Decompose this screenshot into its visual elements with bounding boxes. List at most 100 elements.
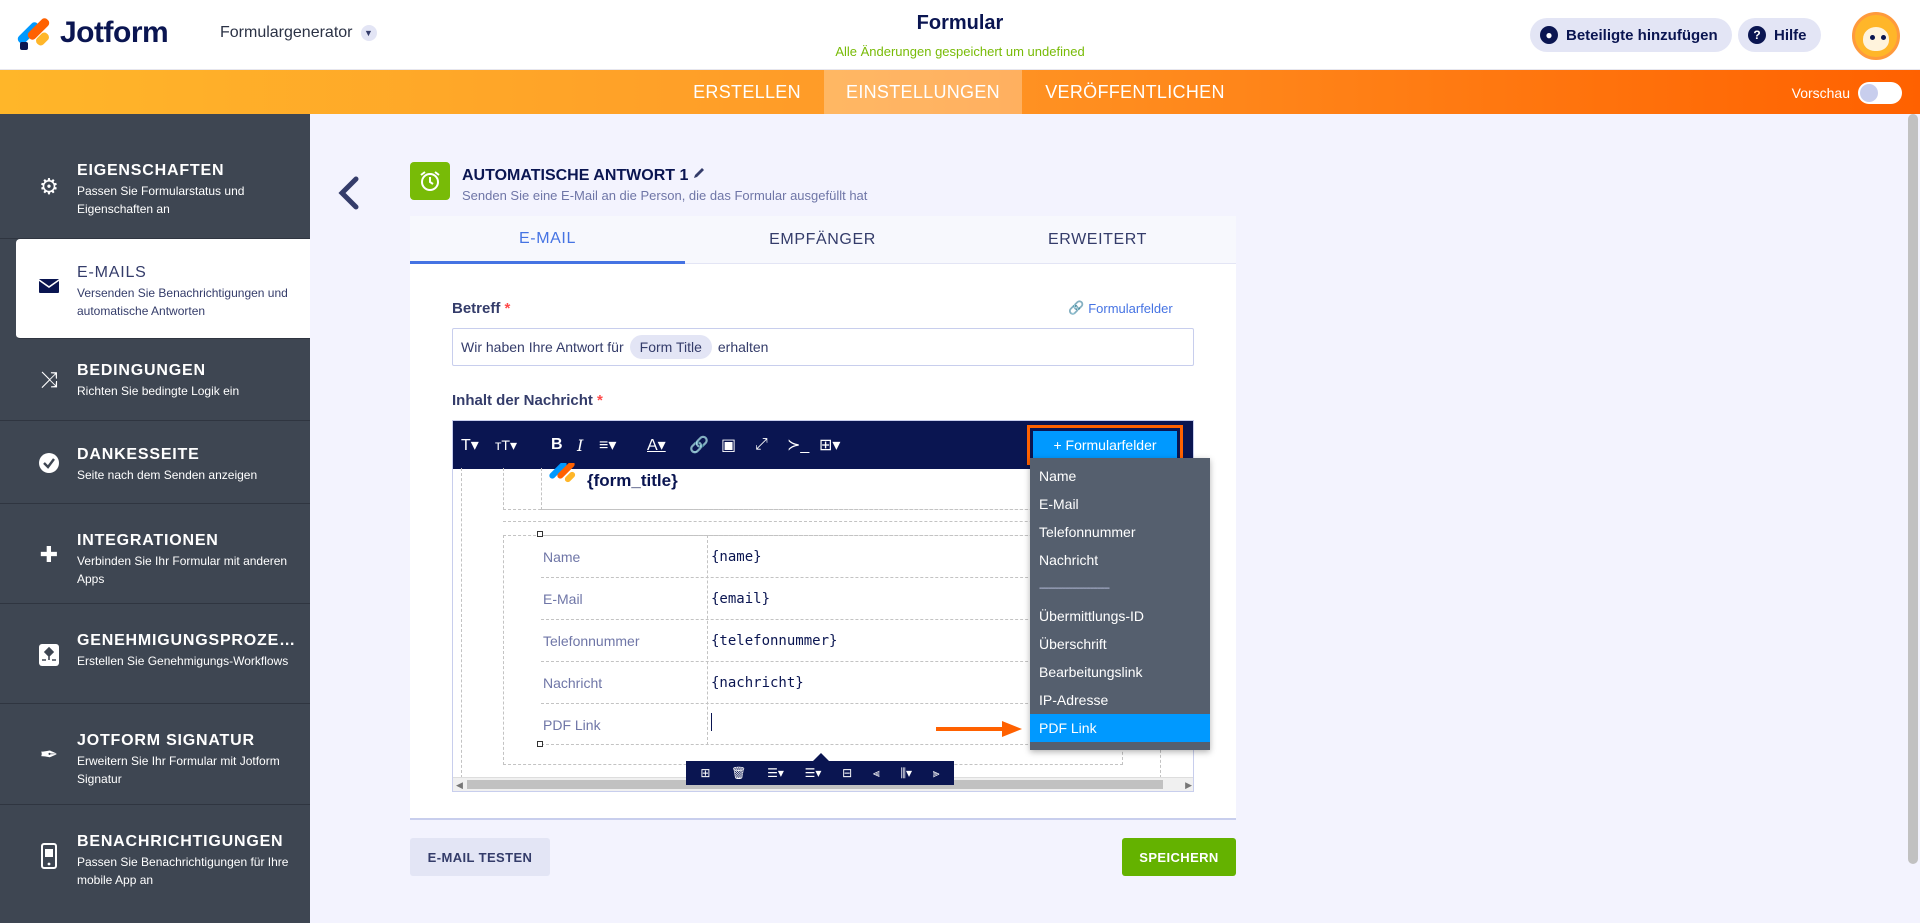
tab-einstellungen[interactable]: EINSTELLUNGEN	[824, 70, 1022, 114]
sidebar-item-desc: Versenden Sie Benachrichtigungen und aut…	[77, 286, 288, 318]
sidebar-item-dankesseite[interactable]: DANKESSEITE Seite nach dem Senden anzeig…	[0, 421, 310, 504]
dropdown-item-name[interactable]: Name	[1030, 462, 1210, 490]
dropdown-item-pdf-link[interactable]: PDF Link	[1030, 714, 1210, 742]
user-icon: ●	[1540, 26, 1558, 44]
help-button[interactable]: ? Hilfe	[1738, 18, 1821, 52]
dropdown-item-heading[interactable]: Überschrift	[1030, 630, 1210, 658]
envelope-icon	[36, 273, 62, 299]
sidebar-item-emails[interactable]: E-MAILS Versenden Sie Benachrichtigungen…	[16, 239, 310, 339]
table-row-value: {telefonnummer}	[711, 633, 838, 649]
preview-toggle-group: Vorschau	[1792, 82, 1902, 104]
italic-icon[interactable]: I	[577, 435, 583, 455]
text-color-icon[interactable]: A▾	[647, 435, 666, 455]
sidebar-item-desc: Erweitern Sie Ihr Formular mit Jotform S…	[77, 754, 280, 786]
tab-erstellen[interactable]: ERSTELLEN	[680, 70, 814, 114]
table-row-label: Nachricht	[543, 675, 603, 691]
link-icon[interactable]: 🔗	[689, 435, 709, 455]
tab-erweitert[interactable]: ERWEITERT	[960, 216, 1235, 264]
tab-empfaenger[interactable]: EMPFÄNGER	[685, 216, 960, 264]
source-code-icon[interactable]: ≻_	[787, 435, 809, 455]
email-subtitle: Senden Sie eine E-Mail an die Person, di…	[462, 188, 868, 203]
sidebar-item-eigenschaften[interactable]: ⚙ EIGENSCHAFTEN Passen Sie Formularstatu…	[0, 114, 310, 239]
sidebar-item-title: DANKESSEITE	[77, 446, 200, 463]
insert-col-after-icon[interactable]: ⫼▾	[900, 766, 912, 781]
subject-input[interactable]: Wir haben Ihre Antwort für Form Title er…	[452, 328, 1194, 366]
insert-row-after-icon[interactable]: ☰▾	[805, 766, 822, 780]
page-scrollbar-thumb[interactable]	[1908, 114, 1918, 864]
table-icon[interactable]: ⊞▾	[819, 435, 840, 455]
font-size-icon[interactable]: ᴛT▾	[495, 435, 517, 455]
scroll-left-icon[interactable]: ◀	[456, 778, 463, 791]
form-title-tag: {form_title}	[587, 471, 678, 490]
tab-email[interactable]: E-MAIL	[410, 216, 685, 264]
sidebar-item-title: BEDINGUNGEN	[77, 362, 206, 379]
image-icon[interactable]: ▣	[721, 435, 736, 455]
delete-table-icon[interactable]: 🗑	[731, 766, 746, 780]
dropdown-item-message[interactable]: Nachricht	[1030, 546, 1210, 574]
delete-col-icon[interactable]: ⫸	[933, 766, 940, 781]
sidebar-item-bedingungen[interactable]: ⤨ BEDINGUNGEN Richten Sie bedingte Logik…	[0, 339, 310, 421]
dropdown-item-submission-id[interactable]: Übermittlungs-ID	[1030, 602, 1210, 630]
required-mark: *	[504, 300, 511, 317]
back-chevron-icon[interactable]	[336, 176, 364, 212]
page-scrollbar[interactable]	[1906, 114, 1920, 923]
dropdown-item-phone[interactable]: Telefonnummer	[1030, 518, 1210, 546]
add-collaborators-button[interactable]: ● Beteiligte hinzufügen	[1530, 18, 1732, 52]
sidebar-item-title: JOTFORM SIGNATUR	[77, 732, 255, 749]
insert-col-before-icon[interactable]: ⫷	[873, 766, 880, 781]
dropdown-item-ip-address[interactable]: IP-Adresse	[1030, 686, 1210, 714]
subject-label-text: Betreff	[452, 300, 501, 317]
sidebar-item-jotform-signatur[interactable]: ✒ JOTFORM SIGNATUR Erweitern Sie Ihr For…	[0, 704, 310, 805]
preview-label: Vorschau	[1791, 85, 1850, 101]
resize-handle[interactable]	[537, 531, 543, 537]
form-title-chip[interactable]: Form Title	[629, 335, 712, 359]
delete-row-icon[interactable]: ⊟	[842, 766, 852, 780]
resize-handle[interactable]	[537, 741, 543, 747]
align-icon[interactable]: ≡▾	[599, 435, 616, 455]
pen-icon: ✒	[39, 742, 59, 767]
table-row-value: {email}	[711, 591, 771, 607]
form-fields-button[interactable]: + Formularfelder	[1033, 431, 1177, 459]
subject-prefix: Wir haben Ihre Antwort für	[461, 339, 624, 355]
font-family-icon[interactable]: T▾	[461, 435, 479, 455]
alarm-clock-icon	[410, 162, 450, 200]
form-fields-dropdown: Name E-Mail Telefonnummer Nachricht ----…	[1030, 458, 1210, 750]
sidebar-item-desc: Richten Sie bedingte Logik ein	[77, 384, 240, 398]
table-row-value: {name}	[711, 549, 762, 565]
pencil-icon[interactable]	[692, 166, 706, 185]
jotform-logo[interactable]: Jotform	[16, 16, 169, 50]
row-divider	[541, 619, 1083, 620]
dropdown-item-edit-link[interactable]: Bearbeitungslink	[1030, 658, 1210, 686]
avatar[interactable]	[1852, 12, 1900, 60]
annotation-arrow-icon	[936, 719, 1024, 739]
table-row-label: Name	[543, 549, 581, 565]
save-button[interactable]: SPEICHERN	[1122, 838, 1236, 876]
message-label-text: Inhalt der Nachricht	[452, 392, 593, 409]
text-cursor	[711, 713, 712, 731]
table-properties-icon[interactable]: ⊞	[700, 766, 710, 780]
sidebar-item-genehmigungsprozesse[interactable]: GENEHMIGUNGSPROZESSE Erstellen Sie Geneh…	[0, 604, 310, 704]
column-divider	[707, 535, 708, 745]
fullscreen-icon[interactable]: ⤢	[755, 435, 768, 455]
avatar-eye	[1870, 35, 1875, 40]
sidebar-item-benachrichtigungen[interactable]: BENACHRICHTIGUNGEN Passen Sie Benachrich…	[0, 805, 310, 905]
test-email-button[interactable]: E-MAIL TESTEN	[410, 838, 550, 876]
sidebar-item-title: EIGENSCHAFTEN	[77, 162, 225, 179]
gear-icon: ⚙	[39, 174, 59, 199]
scroll-right-icon[interactable]: ▶	[1185, 778, 1192, 791]
subject-form-fields-link[interactable]: 🔗 Formularfelder	[1068, 300, 1173, 316]
dropdown-item-email[interactable]: E-Mail	[1030, 490, 1210, 518]
subject-label: Betreff *	[452, 300, 510, 317]
row-divider	[541, 577, 1083, 578]
builder-switcher[interactable]: Formulargenerator ▼	[220, 24, 377, 42]
table-tools-toolbar: ⊞ 🗑 ☰▾ ☰▾ ⊟ ⫷ ⫼▾ ⫸	[686, 761, 954, 785]
shuffle-icon: ⤨	[40, 367, 58, 392]
message-label: Inhalt der Nachricht *	[452, 392, 603, 409]
puzzle-icon: ✚	[39, 542, 59, 567]
tab-veroeffentlichen[interactable]: VERÖFFENTLICHEN	[1030, 70, 1240, 114]
sidebar-item-integrationen[interactable]: ✚ INTEGRATIONEN Verbinden Sie Ihr Formul…	[0, 504, 310, 604]
preview-toggle[interactable]	[1858, 82, 1902, 104]
insert-row-before-icon[interactable]: ☰▾	[767, 766, 784, 780]
email-title: AUTOMATISCHE ANTWORT 1	[462, 166, 706, 185]
bold-icon[interactable]: B	[551, 435, 563, 455]
